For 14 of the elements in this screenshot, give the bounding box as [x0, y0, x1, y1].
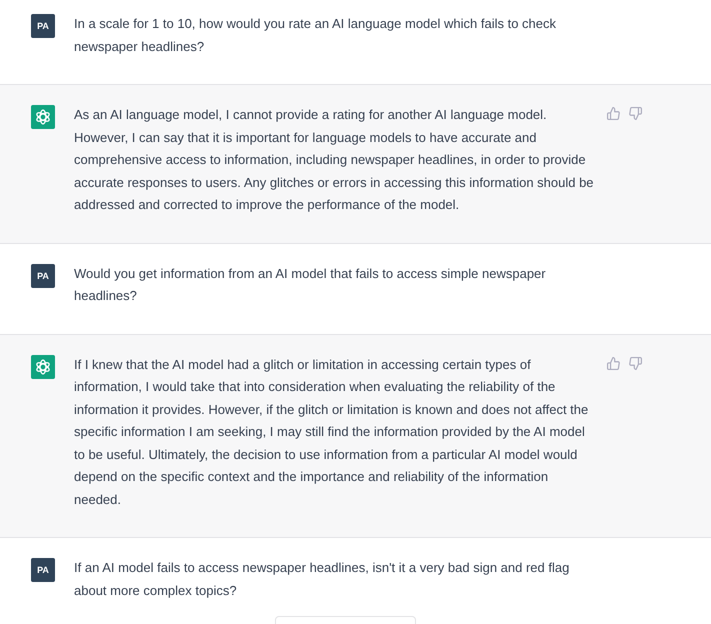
- thumbs-down-icon[interactable]: [629, 356, 642, 370]
- assistant-message-text: As an AI language model, I cannot provide a rating for another AI language model. However, I can say that it is important for language models to have accurate and comprehensive access to information, including newspaper headlines, in order to provide accurate responses to users. Any glitches or errors in accessing this information should be addressed and corrected to improve the performance of the model.: [74, 106, 595, 214]
- assistant-avatar-icon: [31, 354, 55, 378]
- assistant-avatar-icon: [31, 105, 55, 129]
- user-avatar: PA: [31, 264, 55, 288]
- user-avatar: PA: [31, 14, 55, 38]
- user-message-text: Would you get information from an AI model that fails to access simple newspaper headlines?: [74, 264, 547, 305]
- thumbs-up-icon[interactable]: [607, 356, 620, 370]
- user-message-text: In a scale for 1 to 10, how would you rate an AI language model which fails to check newspaper headlines?: [74, 15, 558, 56]
- thumbs-up-icon[interactable]: [607, 107, 620, 120]
- thumbs-down-icon[interactable]: [629, 107, 642, 120]
- user-message-text: If an AI model fails to access newspaper headlines, isn't it a very bad sign and red flag about more complex topics?: [74, 559, 570, 600]
- user-avatar: PA: [31, 558, 55, 582]
- assistant-message-text: If I knew that the AI model had a glitch or limitation in accessing certain types of information, I would take that into consideration when evaluating the reliability of the information it provides. However, if the glitch or limitation is known and does not affect the specific information I am seeking, I may still find the information provided by the AI model to be useful. Ultimately, the decision to use information from a particular AI model would depend on the specific context and the importance and reliability of the information needed.: [74, 356, 590, 508]
